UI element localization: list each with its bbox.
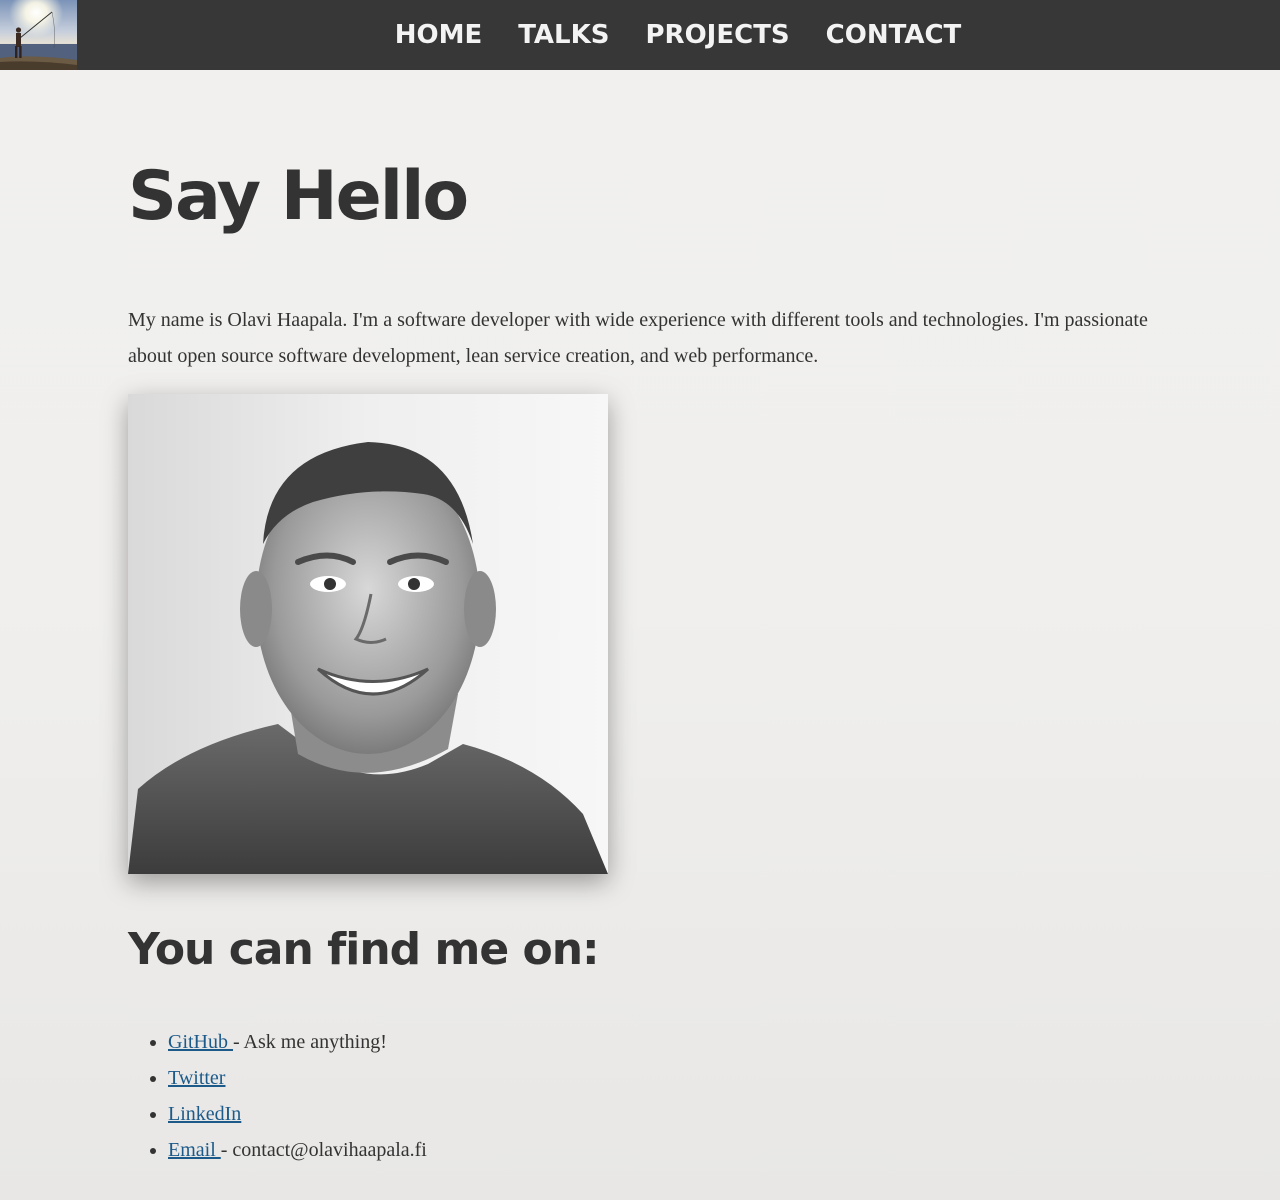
find-me-heading: You can find me on: (128, 924, 600, 975)
portrait-photo-icon (128, 394, 608, 874)
list-item: GitHub - Ask me anything! (168, 1024, 427, 1060)
list-item: Email - contact@olavihaapala.fi (168, 1132, 427, 1168)
email-link[interactable]: Email (168, 1139, 221, 1161)
email-address: - contact@olavihaapala.fi (220, 1139, 427, 1161)
list-item: LinkedIn (168, 1096, 427, 1132)
top-navigation-bar: HOME TALKS PROJECTS CONTACT (0, 0, 1280, 70)
github-note: - Ask me anything! (233, 1031, 387, 1053)
social-links-list: GitHub - Ask me anything! Twitter Linked… (128, 1024, 427, 1168)
nav-home-link[interactable]: HOME (395, 22, 483, 48)
nav-projects-link[interactable]: PROJECTS (646, 22, 790, 48)
nav-contact-link[interactable]: CONTACT (826, 22, 962, 48)
linkedin-link[interactable]: LinkedIn (168, 1103, 241, 1125)
intro-paragraph: My name is Olavi Haapala. I'm a software… (128, 309, 1148, 367)
twitter-link[interactable]: Twitter (168, 1067, 225, 1089)
main-nav: HOME TALKS PROJECTS CONTACT (0, 0, 1280, 70)
github-link[interactable]: GitHub (168, 1031, 233, 1053)
list-item: Twitter (168, 1060, 427, 1096)
portrait-photo (128, 394, 608, 874)
page-title: Say Hello (128, 157, 469, 236)
nav-talks-link[interactable]: TALKS (518, 22, 609, 48)
